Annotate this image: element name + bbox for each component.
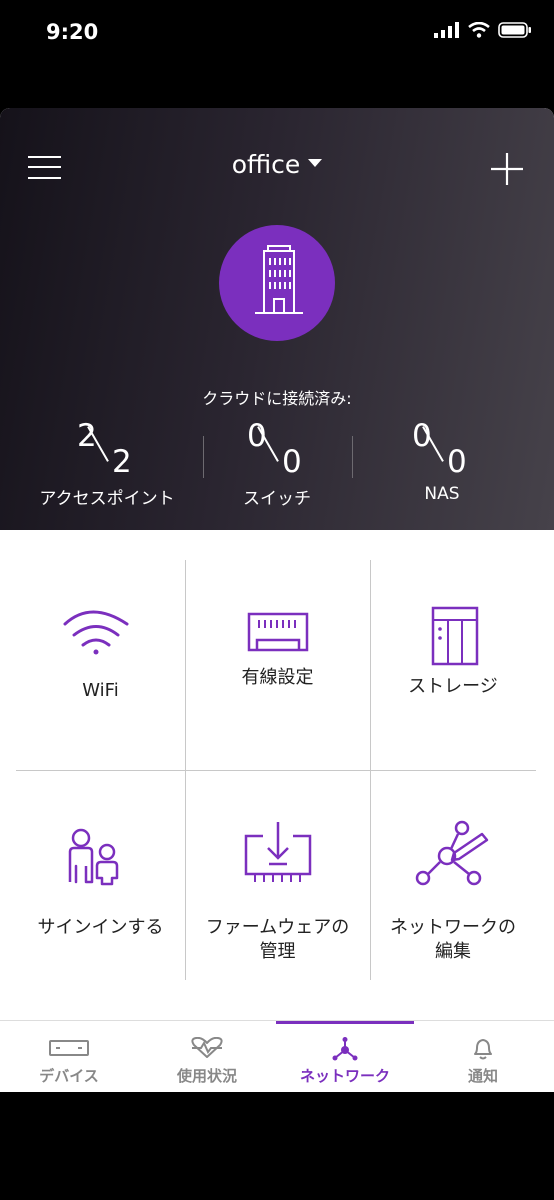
app-window: office クラウドに接続済み: 2 2 アクセスポイント 0 0 スイッチ … [0, 108, 554, 1092]
add-icon[interactable] [490, 152, 524, 186]
location-name: office [231, 150, 301, 179]
storage-label: ストレージ [408, 676, 498, 697]
stat-label: アクセスポイント [39, 489, 175, 509]
storage-icon [431, 606, 479, 666]
storage-tile[interactable]: ストレージ [370, 560, 536, 770]
tab-usage[interactable]: 使用状況 [138, 1021, 276, 1092]
tab-network-label: ネットワーク [299, 1067, 390, 1085]
stat-label: スイッチ [243, 489, 311, 509]
status-time: 9:20 [46, 20, 99, 44]
ethernet-port-icon [247, 612, 309, 652]
bell-icon [474, 1039, 492, 1060]
office-building-icon [255, 245, 303, 314]
stat-nas[interactable]: 0 0 NAS [352, 418, 532, 504]
wifi-label: WiFi [82, 680, 119, 701]
wifi-status-icon [468, 22, 490, 38]
edit-network-tile[interactable]: ネットワークの 編集 [370, 770, 536, 980]
location-header: office クラウドに接続済み: 2 2 アクセスポイント 0 0 スイッチ … [0, 108, 554, 530]
tab-usage-label: 使用状況 [176, 1067, 237, 1085]
status-bar: 9:20 [0, 0, 554, 70]
wifi-tile[interactable]: WiFi [16, 560, 185, 770]
wired-settings-tile[interactable]: 有線設定 [185, 560, 370, 770]
users-icon [68, 828, 119, 886]
stat-switches[interactable]: 0 0 スイッチ [187, 418, 367, 509]
location-avatar[interactable] [219, 225, 335, 341]
bottom-tab-bar: デバイス 使用状況 ネットワーク 通知 [0, 1020, 554, 1092]
tab-notifications[interactable]: 通知 [414, 1021, 552, 1092]
tab-network[interactable]: ネットワーク [276, 1021, 414, 1092]
wifi-icon [63, 610, 129, 655]
tab-notifications-label: 通知 [467, 1067, 498, 1085]
stat-fraction: 2 2 [77, 418, 132, 480]
heartbeat-icon [191, 1037, 223, 1058]
cellular-signal-icon [434, 22, 459, 38]
network-edit-icon [415, 820, 489, 886]
battery-icon [498, 22, 531, 38]
tab-devices[interactable]: デバイス [0, 1021, 138, 1092]
location-selector[interactable]: office [0, 150, 554, 179]
stat-access-points[interactable]: 2 2 アクセスポイント [17, 418, 197, 509]
stat-label: NAS [424, 484, 460, 504]
stat-fraction: 0 0 [412, 418, 467, 480]
cloud-connected-label: クラウドに接続済み: [202, 389, 352, 408]
firmware-tile[interactable]: ファームウェアの 管理 [185, 770, 370, 980]
wired-settings-label: 有線設定 [241, 667, 314, 688]
firmware-label: ファームウェアの 管理 [205, 917, 350, 962]
edit-network-label: ネットワークの 編集 [390, 917, 516, 962]
feature-grid: WiFi 有線設定 ストレージ サインインする ファームウェアの 管理 ネットワ… [16, 560, 536, 980]
network-icon [332, 1037, 358, 1061]
sign-in-label: サインインする [37, 917, 164, 938]
firmware-download-icon [244, 822, 312, 882]
stat-fraction: 0 0 [247, 418, 302, 480]
tab-devices-label: デバイス [39, 1067, 99, 1085]
chevron-down-icon [308, 159, 323, 167]
status-icons [434, 22, 532, 38]
sign-in-tile[interactable]: サインインする [16, 770, 185, 980]
device-icon [49, 1040, 89, 1056]
